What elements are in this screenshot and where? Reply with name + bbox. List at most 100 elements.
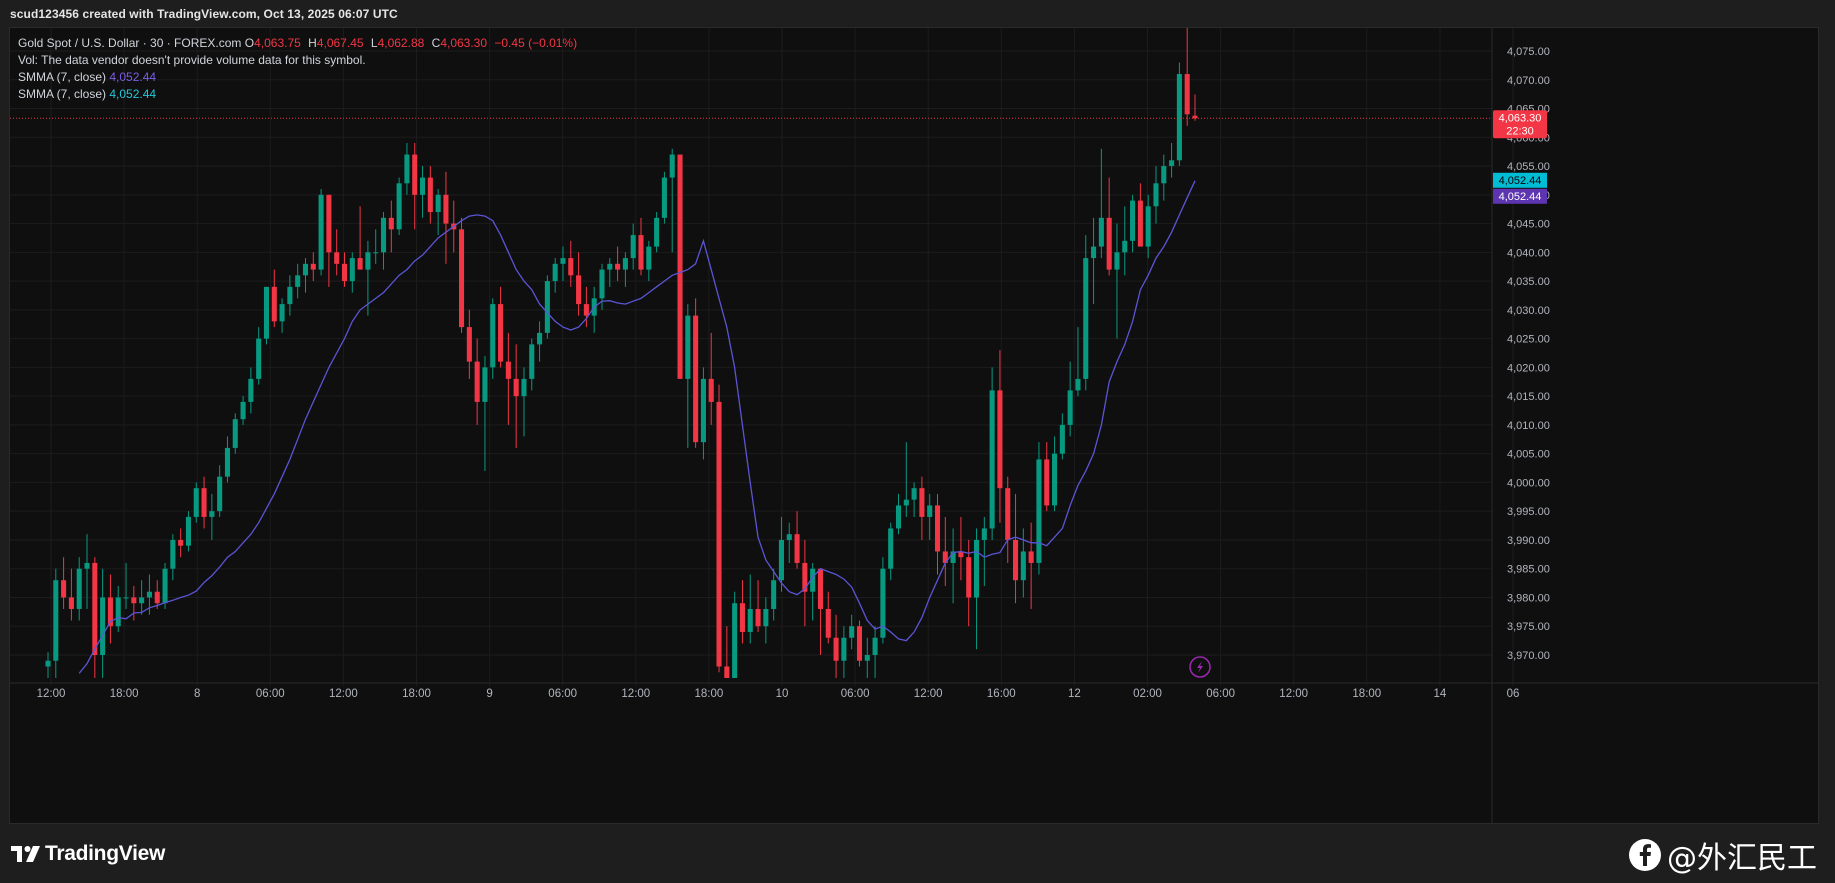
candle-body (1130, 200, 1136, 241)
candle-body (716, 401, 722, 667)
candle-body (1044, 459, 1050, 506)
smma-badge-purple-label: 4,052.44 (1499, 191, 1542, 203)
candle-body (209, 511, 215, 517)
facebook-icon (1629, 839, 1661, 871)
candle-body (1059, 424, 1065, 454)
candle-body (997, 390, 1003, 489)
watermark-text: @外汇民工 (1667, 841, 1817, 876)
x-tick-label: 18:00 (402, 688, 431, 700)
candle-body (404, 154, 410, 184)
candle-body (1091, 246, 1097, 259)
legend-smma-row-2: SMMA (7, close) 4,052.44 (18, 86, 581, 103)
candle-body (771, 580, 777, 609)
candle-body (240, 401, 246, 420)
x-tick-label: 12:00 (37, 688, 66, 700)
candle-body (263, 286, 270, 339)
candle-body (576, 275, 582, 305)
candle-body (76, 568, 82, 609)
close-value: 4,063.30 (440, 36, 488, 50)
candle-body (521, 378, 527, 397)
candle-body (310, 263, 316, 270)
low-key: L (370, 36, 378, 50)
candle-body (474, 361, 480, 402)
x-tick-label: 18:00 (695, 688, 724, 700)
candle-body (786, 534, 792, 540)
candle-body (170, 539, 176, 569)
candle-body (1036, 459, 1042, 563)
volume-note[interactable]: Vol: The data vendor doesn't provide vol… (18, 53, 366, 67)
candle-body (154, 591, 160, 604)
candle-body (443, 194, 449, 224)
bar-countdown-label: 22:30 (1506, 125, 1534, 137)
candle-body (708, 378, 714, 402)
candle-body (459, 229, 465, 328)
watermark: @外汇民工 (1629, 833, 1817, 877)
candle-body (1013, 539, 1019, 581)
x-tick-label: 12:00 (621, 688, 650, 700)
candlestick-chart[interactable]: 3,970.003,975.003,980.003,985.003,990.00… (10, 28, 1819, 824)
candle-body (739, 603, 745, 632)
candle-body (1153, 183, 1159, 207)
candle-body (61, 580, 67, 598)
candle-body (544, 281, 550, 333)
candle-body (817, 568, 824, 609)
candle-body (256, 338, 262, 379)
smma-indicator-label-2[interactable]: SMMA (7, close) (18, 87, 106, 101)
candle-body (919, 488, 925, 517)
candle-body (755, 608, 761, 627)
candle-body (724, 666, 730, 678)
candle-body (638, 235, 644, 270)
candle-body (349, 258, 355, 282)
candle-body (607, 263, 613, 270)
smma-indicator-value: 4,052.44 (109, 70, 157, 84)
open-value: 4,063.75 (254, 36, 301, 50)
candle-body (279, 304, 285, 322)
candle-body (685, 315, 691, 379)
candle-body (989, 390, 995, 529)
candle-body (287, 286, 293, 305)
candle-body (224, 447, 230, 477)
smma-line (78, 180, 1196, 674)
current-price-label: 4,063.30 (1499, 112, 1542, 124)
legend-symbol-row: Gold Spot / U.S. Dollar · 30 · FOREX.com… (18, 35, 581, 52)
candle-body (271, 286, 277, 322)
candle-body (1098, 217, 1104, 247)
symbol-label[interactable]: Gold Spot / U.S. Dollar · 30 · FOREX.com (18, 36, 241, 50)
legend-smma-row-1: SMMA (7, close) 4,052.44 (18, 69, 581, 86)
candle-body (302, 263, 309, 276)
candle-body (357, 258, 363, 270)
candle-body (599, 269, 605, 299)
smma-indicator-label[interactable]: SMMA (7, close) (18, 70, 106, 84)
x-tick-label: 18:00 (110, 688, 139, 700)
low-value: 4,062.88 (377, 36, 425, 50)
candle-body (1114, 252, 1120, 270)
high-value: 4,067.45 (316, 36, 364, 50)
candle-body (1169, 160, 1175, 167)
candle-body (568, 258, 574, 276)
candle-body (1083, 258, 1089, 379)
candle-body (583, 304, 589, 316)
candle-body (747, 608, 753, 632)
legend-volume-row: Vol: The data vendor doesn't provide vol… (18, 52, 581, 69)
candle-body (123, 597, 129, 599)
x-tick-label: 12 (1068, 688, 1081, 700)
candle-body (622, 258, 628, 270)
candle-body (396, 183, 402, 230)
x-tick-label: 10 (776, 688, 789, 700)
candle-body (427, 177, 433, 213)
candle-body (1161, 166, 1167, 184)
candle-body (498, 304, 504, 362)
chart-legend: Gold Spot / U.S. Dollar · 30 · FOREX.com… (18, 35, 581, 103)
candle-body (373, 252, 379, 254)
candle-body (505, 361, 511, 379)
candle-body (365, 252, 371, 270)
candle-body (146, 591, 152, 598)
candle-body (466, 327, 472, 362)
smma-badge-cyan-label: 4,052.44 (1499, 175, 1542, 187)
candle-body (92, 562, 98, 655)
candle-body (100, 597, 106, 655)
candle-body (380, 217, 387, 253)
candle-body (630, 235, 636, 259)
chart-panel[interactable]: 3,970.00 3,975.00 3,980.00 3,985.00 3,990.00… (9, 27, 1819, 824)
tradingview-logo[interactable]: TradingView (11, 842, 165, 866)
